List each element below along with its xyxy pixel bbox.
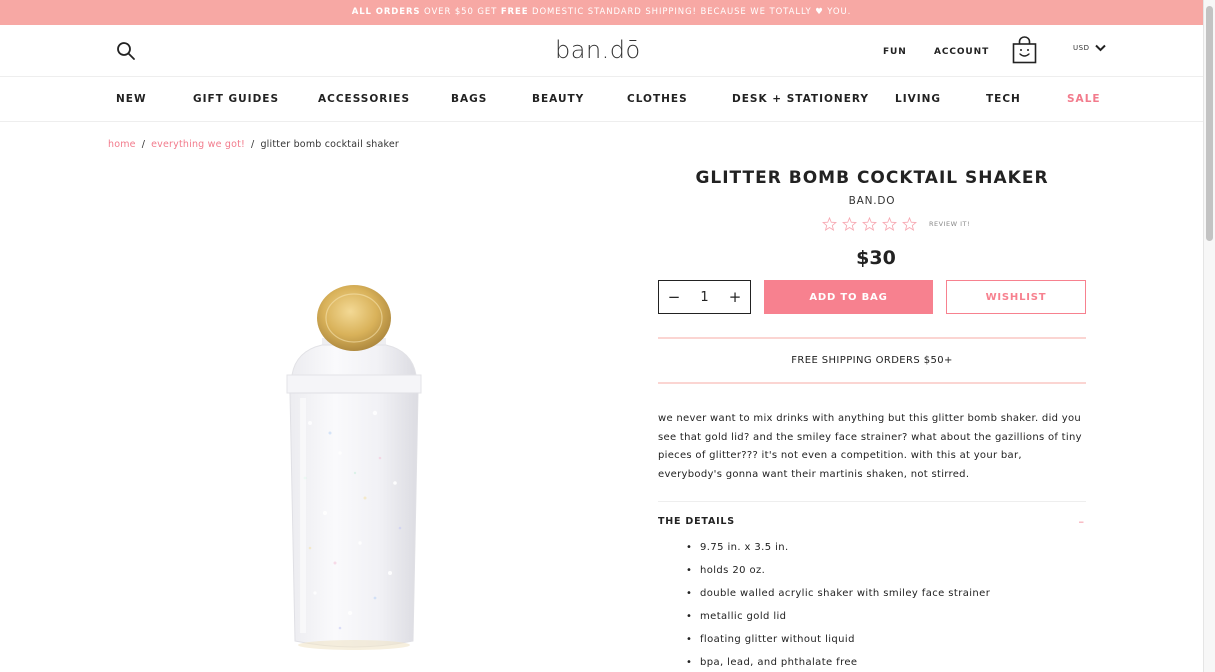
list-item: bpa, lead, and phthalate free: [686, 654, 990, 672]
main-nav: NEW GIFT GUIDES ACCESSORIES BAGS BEAUTY …: [0, 78, 1203, 122]
free-shipping-note: FREE SHIPPING ORDERS $50+: [658, 337, 1086, 384]
details-accordion-header[interactable]: THE DETAILS –: [658, 501, 1086, 541]
nav-item-living[interactable]: LIVING: [895, 93, 941, 105]
breadcrumb-category[interactable]: everything we got!: [151, 139, 245, 150]
promo-text: OVER $50 GET: [420, 7, 501, 17]
currency-label: USD: [1073, 44, 1090, 52]
site-logo[interactable]: ban.dō: [555, 36, 641, 64]
nav-item-beauty[interactable]: BEAUTY: [532, 93, 584, 105]
star-icon[interactable]: [822, 217, 837, 231]
list-item: metallic gold lid: [686, 608, 990, 631]
product-brand[interactable]: BAN.DO: [658, 195, 1086, 207]
quantity-stepper: − +: [658, 280, 751, 314]
breadcrumb-separator: /: [141, 139, 146, 150]
add-to-bag-button[interactable]: ADD TO BAG: [764, 280, 933, 314]
list-item: holds 20 oz.: [686, 562, 990, 585]
account-link[interactable]: ACCOUNT: [934, 47, 989, 57]
search-button[interactable]: [116, 41, 136, 61]
details-title: THE DETAILS: [658, 516, 735, 527]
review-it-link[interactable]: REVIEW IT!: [929, 220, 970, 228]
currency-selector[interactable]: USD: [1073, 44, 1107, 52]
list-item: floating glitter without liquid: [686, 631, 990, 654]
product-price: $30: [856, 247, 896, 269]
nav-item-desk-stationery[interactable]: DESK + STATIONERY: [732, 93, 869, 105]
nav-item-new[interactable]: NEW: [116, 93, 147, 105]
promo-text: DOMESTIC STANDARD SHIPPING! BECAUSE WE T…: [528, 7, 816, 17]
nav-item-sale[interactable]: SALE: [1067, 93, 1101, 105]
details-list: 9.75 in. x 3.5 in. holds 20 oz. double w…: [686, 539, 990, 672]
scrollbar-thumb[interactable]: [1206, 6, 1213, 241]
smiley-bag-icon: [1012, 36, 1037, 64]
wishlist-button[interactable]: WISHLIST: [946, 280, 1086, 314]
nav-item-bags[interactable]: BAGS: [451, 93, 487, 105]
list-item: 9.75 in. x 3.5 in.: [686, 539, 990, 562]
nav-item-accessories[interactable]: ACCESSORIES: [318, 93, 410, 105]
product-description: we never want to mix drinks with anythin…: [658, 413, 1082, 480]
quantity-decrease-button[interactable]: −: [667, 290, 681, 305]
breadcrumb-home[interactable]: home: [108, 139, 136, 150]
search-icon: [117, 42, 135, 60]
product-title: GLITTER BOMB COCKTAIL SHAKER: [695, 168, 1049, 188]
nav-item-tech[interactable]: TECH: [986, 93, 1021, 105]
breadcrumb-separator: /: [251, 139, 255, 150]
heart-icon: ♥: [815, 7, 824, 17]
breadcrumb: home / everything we got! / glitter bomb coc…: [108, 139, 399, 150]
list-item: double walled acrylic shaker with smiley…: [686, 585, 990, 608]
promo-bold-text: ALL ORDERS: [351, 7, 421, 17]
rating-stars: REVIEW IT!: [822, 217, 970, 231]
promo-banner: ALL ORDERS OVER $50 GET FREE DOMESTIC ST…: [0, 0, 1203, 25]
promo-free-text: FREE: [500, 7, 529, 17]
star-icon[interactable]: [842, 217, 857, 231]
product-image: [286, 285, 422, 650]
fun-link[interactable]: FUN: [883, 47, 907, 57]
shopping-bag-button[interactable]: [1012, 36, 1037, 64]
nav-item-gift-guides[interactable]: GIFT GUIDES: [193, 93, 279, 105]
quantity-input[interactable]: [689, 289, 720, 305]
star-icon[interactable]: [902, 217, 917, 231]
nav-item-clothes[interactable]: CLOTHES: [627, 93, 688, 105]
quantity-increase-button[interactable]: +: [728, 290, 742, 305]
promo-text: YOU.: [823, 7, 852, 17]
star-icon[interactable]: [882, 217, 897, 231]
breadcrumb-current: glitter bomb cocktail shaker: [260, 139, 400, 150]
site-header: ban.dō FUN ACCOUNT USD: [0, 25, 1203, 77]
chevron-down-icon: [1095, 44, 1107, 52]
collapse-icon[interactable]: –: [1079, 515, 1085, 528]
star-icon[interactable]: [862, 217, 877, 231]
page-scrollbar[interactable]: [1203, 0, 1215, 672]
